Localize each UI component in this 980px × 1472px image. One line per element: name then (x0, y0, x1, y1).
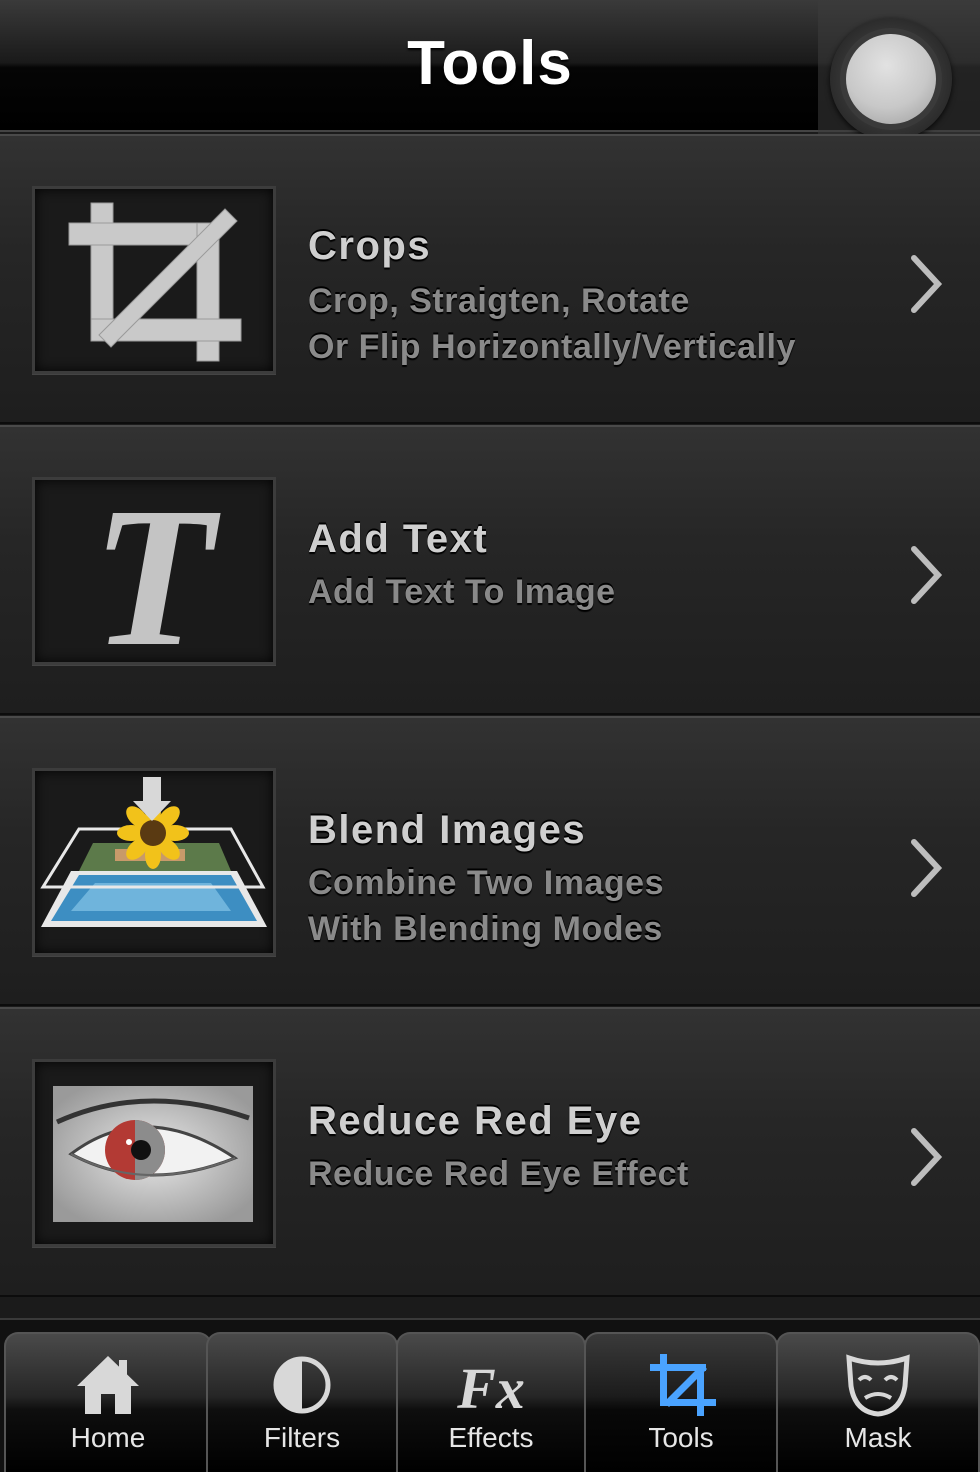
chevron-right-icon (911, 839, 943, 897)
tab-label: Home (70, 1422, 146, 1453)
list-item-crops[interactable]: Crops Crop, Straigten, Rotate Or Flip Ho… (0, 134, 980, 424)
text-t-icon: T (32, 477, 276, 665)
row-title: Reduce Red Eye (308, 1099, 643, 1143)
row-title: Crops (308, 224, 432, 268)
list-item-blend-images[interactable]: Blend Images Combine Two Images With Ble… (0, 716, 980, 1006)
home-icon (77, 1356, 139, 1414)
round-record-button[interactable] (830, 18, 952, 140)
fx-icon: Fx (456, 1356, 525, 1418)
row-subtitle-line: With Blending Modes (308, 910, 663, 948)
tab-effects[interactable]: Fx Effects (396, 1332, 586, 1472)
row-subtitle-line: Reduce Red Eye Effect (308, 1155, 689, 1193)
tab-mask[interactable]: Mask (776, 1332, 980, 1472)
row-title: Add Text (308, 517, 489, 561)
crop-icon (650, 1354, 716, 1416)
tab-label: Filters (263, 1422, 341, 1453)
row-subtitle-line: Add Text To Image (308, 573, 616, 611)
svg-text:T: T (92, 480, 221, 662)
red-eye-icon (32, 1059, 276, 1247)
row-subtitle-line: Combine Two Images (308, 864, 664, 902)
tab-label: Tools (648, 1422, 714, 1453)
row-subtitle-line: Crop, Straigten, Rotate (308, 282, 690, 320)
row-subtitle-line: Or Flip Horizontally/Vertically (308, 328, 796, 366)
tab-filters[interactable]: Filters (206, 1332, 398, 1472)
blend-layers-icon (32, 768, 276, 956)
chevron-right-icon (911, 1128, 943, 1186)
round-button-icon (846, 34, 936, 124)
half-circle-icon (273, 1356, 331, 1414)
list-item-add-text[interactable]: T Add Text Add Text To Image (0, 425, 980, 715)
row-title: Blend Images (308, 808, 587, 852)
chevron-right-icon (911, 255, 943, 313)
crop-icon (32, 186, 276, 374)
list-item-reduce-red-eye[interactable]: Reduce Red Eye Reduce Red Eye Effect (0, 1007, 980, 1297)
chevron-right-icon (911, 546, 943, 604)
tab-tools[interactable]: Tools (584, 1332, 778, 1472)
tab-label: Effects (448, 1422, 534, 1453)
tab-bar: Home Filters Fx Effects Tools Mask (0, 1318, 980, 1472)
tab-home[interactable]: Home (4, 1332, 212, 1472)
tab-label: Mask (844, 1422, 912, 1453)
theater-mask-icon (846, 1354, 910, 1417)
svg-text:Fx: Fx (456, 1356, 525, 1418)
